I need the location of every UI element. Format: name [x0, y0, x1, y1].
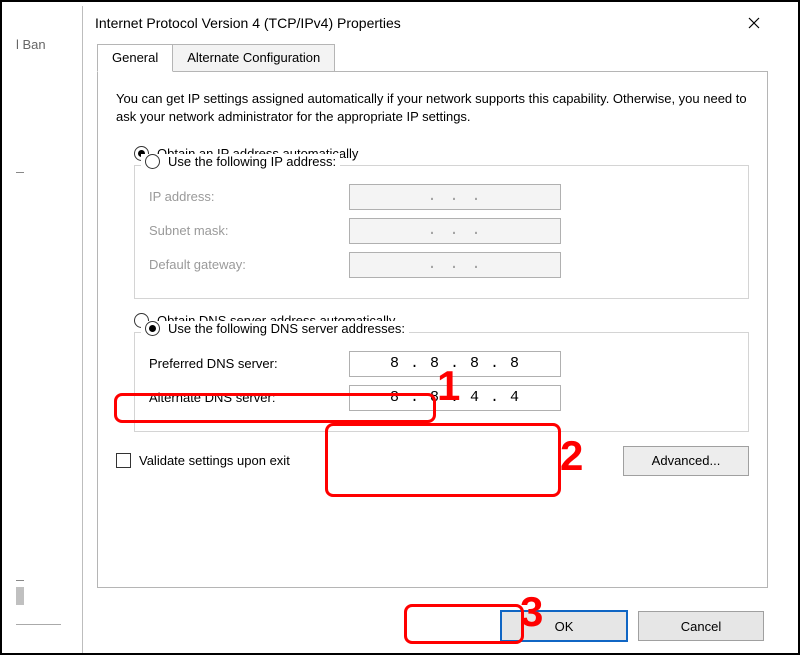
titlebar: Internet Protocol Version 4 (TCP/IPv4) P…	[83, 6, 782, 40]
subnet-mask-label: Subnet mask:	[149, 223, 349, 238]
preferred-dns-input[interactable]: 8 . 8 . 8 . 8	[349, 351, 561, 377]
dns-fieldset: Use the following DNS server addresses: …	[134, 332, 749, 432]
background-line	[16, 624, 61, 625]
dialog-title: Internet Protocol Version 4 (TCP/IPv4) P…	[95, 15, 732, 31]
radio-use-following-dns-label: Use the following DNS server addresses:	[168, 321, 405, 336]
validate-checkbox-label: Validate settings upon exit	[139, 453, 290, 468]
ip-fieldset: Use the following IP address: IP address…	[134, 165, 749, 299]
dialog-footer: OK Cancel	[83, 598, 782, 654]
background-scrollbar-fragment	[16, 587, 24, 605]
radio-use-following-ip-label: Use the following IP address:	[168, 154, 336, 169]
ipv4-properties-dialog: Internet Protocol Version 4 (TCP/IPv4) P…	[82, 6, 782, 654]
tabstrip: General Alternate Configuration	[97, 44, 782, 72]
description-text: You can get IP settings assigned automat…	[116, 90, 749, 126]
background-line	[16, 172, 24, 173]
close-icon	[748, 17, 760, 29]
background-text-fragment: l Ban	[16, 37, 68, 52]
close-button[interactable]	[732, 8, 776, 38]
background-line	[16, 580, 24, 581]
alternate-dns-input[interactable]: 8 . 8 . 4 . 4	[349, 385, 561, 411]
ip-address-label: IP address:	[149, 189, 349, 204]
alternate-dns-label: Alternate DNS server:	[149, 390, 349, 405]
cancel-button[interactable]: Cancel	[638, 611, 764, 641]
preferred-dns-label: Preferred DNS server:	[149, 356, 349, 371]
radio-use-following-ip[interactable]	[145, 154, 160, 169]
tab-general[interactable]: General	[97, 44, 173, 72]
validate-checkbox[interactable]	[116, 453, 131, 468]
default-gateway-input: . . .	[349, 252, 561, 278]
ok-button[interactable]: OK	[500, 610, 628, 642]
default-gateway-label: Default gateway:	[149, 257, 349, 272]
subnet-mask-input: . . .	[349, 218, 561, 244]
radio-use-following-dns[interactable]	[145, 321, 160, 336]
advanced-button[interactable]: Advanced...	[623, 446, 749, 476]
tab-panel-general: You can get IP settings assigned automat…	[97, 71, 768, 588]
tab-alternate-configuration[interactable]: Alternate Configuration	[173, 44, 335, 72]
ip-address-input: . . .	[349, 184, 561, 210]
